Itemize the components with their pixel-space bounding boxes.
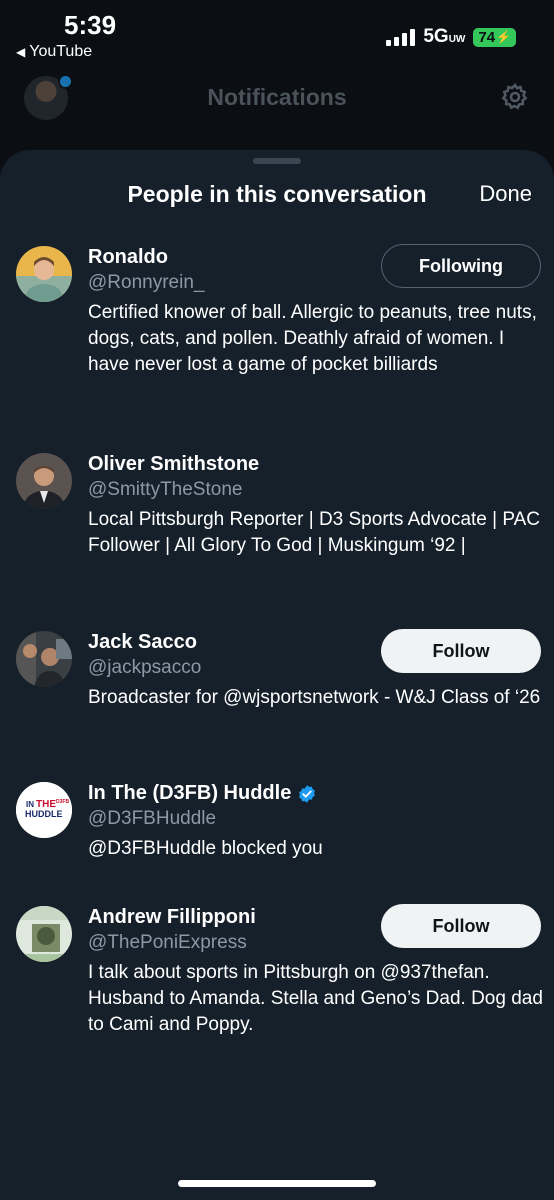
sheet-title: People in this conversation [127,181,427,207]
logo-text-in: IN [26,800,34,809]
network-sub-label: UW [448,34,466,45]
background-title: Notifications [207,84,347,110]
user-bio: I talk about sports in Pittsburgh on @93… [88,962,543,1035]
avatar[interactable]: IN THE D3FB HUDDLE [16,782,72,838]
network-indicator: 5GUW [423,26,465,48]
user-name-row: In The (D3FB) Huddle [88,782,317,805]
user-name-row: Andrew Fillipponi [88,906,256,929]
back-app-label: YouTube [29,43,93,60]
logo-text-d3fb: D3FB [56,799,69,805]
background-header: Notifications [0,70,554,150]
follow-button[interactable]: Follow [381,904,541,948]
avatar[interactable] [16,631,72,687]
network-label: 5G [423,26,449,47]
user-bio: @D3FBHuddle blocked you [88,838,323,859]
user-name[interactable]: In The (D3FB) Huddle [88,782,291,805]
back-triangle-icon: ◀ [16,45,26,59]
user-name-row: Ronaldo [88,246,168,269]
avatar-image [16,631,72,687]
done-button[interactable]: Done [479,181,532,207]
status-time: 5:39 [64,10,117,40]
sheet-grabber[interactable] [253,158,301,164]
user-name[interactable]: Jack Sacco [88,631,197,654]
user-bio: Broadcaster for @wjsportsnetwork - W&J C… [88,687,541,708]
avatar-image [16,246,72,302]
logo-text-huddle: HUDDLE [25,809,63,819]
home-indicator[interactable] [178,1180,376,1187]
user-handle[interactable]: @Ronnyrein_ [88,272,204,294]
battery-indicator: 74 ⚡ [473,27,516,47]
user-handle[interactable]: @D3FBHuddle [88,808,216,830]
charging-bolt-icon: ⚡ [496,30,511,44]
user-handle[interactable]: @jackpsacco [88,657,201,679]
user-handle[interactable]: @SmittyTheStone [88,479,242,501]
avatar-image [16,906,72,962]
user-name[interactable]: Andrew Fillipponi [88,906,256,929]
conversation-people-sheet: People in this conversation Done Ronaldo… [0,150,554,1200]
status-bar: 5:39 ◀ YouTube 5GUW 74 ⚡ [0,0,554,70]
back-to-app-link[interactable]: ◀ YouTube [16,43,92,61]
huddle-logo: IN THE D3FB HUDDLE [16,782,72,838]
avatar-image [16,453,72,509]
following-button[interactable]: Following [381,244,541,288]
user-name-row: Jack Sacco [88,631,197,654]
user-handle[interactable]: @ThePoniExpress [88,932,247,954]
status-indicators: 5GUW 74 ⚡ [386,26,516,48]
avatar[interactable] [16,453,72,509]
avatar[interactable] [16,246,72,302]
gear-icon[interactable] [500,82,530,112]
cell-signal-icon [386,28,416,46]
user-name[interactable]: Ronaldo [88,246,168,269]
verified-badge-icon [299,784,316,803]
screen: 5:39 ◀ YouTube 5GUW 74 ⚡ Notifications P… [0,0,554,1200]
battery-level: 74 [478,28,496,46]
user-name-row: Oliver Smithstone [88,453,259,476]
user-bio: Local Pittsburgh Reporter | D3 Sports Ad… [88,509,541,556]
follow-button[interactable]: Follow [381,629,541,673]
user-bio: Certified knower of ball. Allergic to pe… [88,302,537,375]
user-name[interactable]: Oliver Smithstone [88,453,259,476]
avatar[interactable] [16,906,72,962]
